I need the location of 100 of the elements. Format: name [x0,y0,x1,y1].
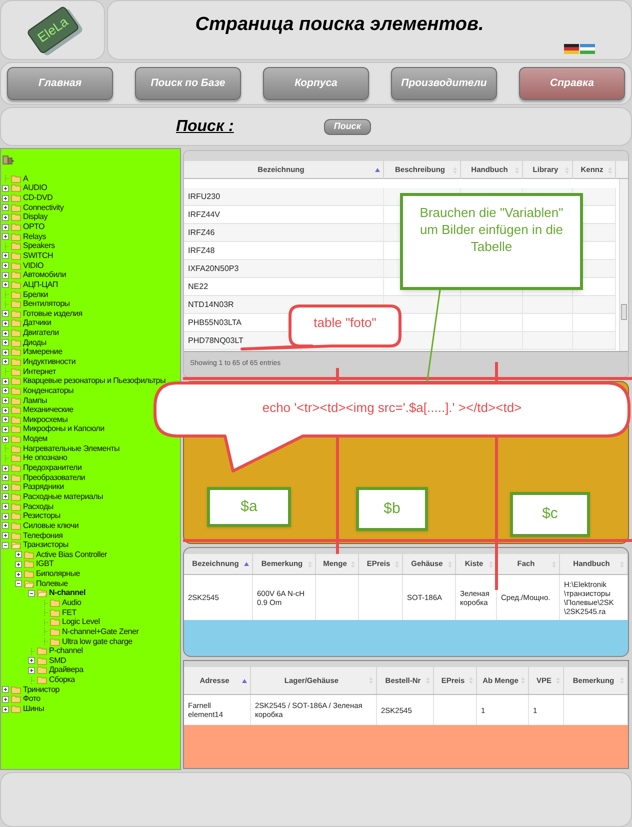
expand-icon[interactable] [2,696,9,703]
tree-item[interactable]: Силовые ключи [23,522,79,530]
tree-item[interactable]: Двигатели [23,329,59,338]
tree-item[interactable]: Биполярные [36,570,80,578]
expand-icon[interactable] [2,320,9,327]
expand-icon[interactable] [2,484,9,491]
expand-icon[interactable] [2,214,9,221]
tree-item[interactable]: N-channel [49,589,86,598]
tree-item[interactable]: Резисторы [23,512,60,520]
tree-item[interactable]: IGBT [36,560,54,568]
expand-icon[interactable] [2,378,9,385]
tree-item[interactable]: АЦП-ЦАП [23,280,58,289]
flag-icon[interactable] [564,44,579,54]
tree-item[interactable]: Индуктивности [23,358,76,366]
expand-icon[interactable] [2,706,9,713]
tree-item[interactable]: Кварцевые резонаторы и Пьезофильтры [23,377,166,386]
tree-item[interactable]: Предохранители [23,464,82,472]
tree-item[interactable]: SWITCH [23,252,54,260]
expand-icon[interactable] [2,233,9,240]
tree-item[interactable]: Фото [23,695,40,704]
collapse-icon[interactable] [2,542,9,549]
tree-item[interactable]: Нагревательные Элементы [23,444,120,453]
tree-item[interactable]: Вентиляторы [23,300,70,308]
tree-item[interactable]: Микросхемы [23,416,68,424]
tree-item[interactable]: Ultra low gate charge [62,638,132,646]
tree-item[interactable]: Logic Level [62,618,100,626]
tree-item[interactable]: CD-DVD [23,194,53,202]
expand-icon[interactable] [28,657,35,664]
tree-item[interactable]: Connectivity [23,204,64,212]
tree-item[interactable]: Автомобили [23,271,66,280]
tree-item[interactable]: Audio [62,599,82,607]
tree-item[interactable]: Relays [23,232,46,241]
tree-item[interactable]: Механические [23,406,74,414]
expand-icon[interactable] [2,416,9,424]
expand-icon[interactable] [2,474,9,482]
tree-item[interactable]: N-channel+Gate Zener [62,628,139,636]
expand-icon[interactable] [2,224,9,231]
tree-item[interactable]: Готовые изделия [23,310,82,318]
tree-item[interactable]: Транзисторы [23,541,68,550]
expand-icon[interactable] [2,436,9,443]
tree-item[interactable]: Измерение [23,348,62,356]
tree-item[interactable]: Микрофоны и Капсюли [23,425,104,434]
expand-icon[interactable] [2,387,9,394]
expand-icon[interactable] [2,184,9,192]
expand-icon[interactable] [15,560,22,568]
tree-item[interactable]: Преобразователи [23,474,86,482]
expand-icon[interactable] [2,194,9,202]
tree-item[interactable]: FET [62,608,76,617]
expand-icon[interactable] [2,503,9,510]
expand-icon[interactable] [2,406,9,414]
tree-item[interactable]: AUDIO [23,184,48,192]
expand-icon[interactable] [2,310,9,318]
tree-item[interactable]: Драйвера [49,666,84,674]
expand-icon[interactable] [2,464,9,472]
tree-item[interactable]: Сборка [49,676,75,684]
expand-icon[interactable] [2,358,9,366]
expand-icon[interactable] [2,532,9,540]
expand-icon[interactable] [2,512,9,520]
expand-icon[interactable] [2,397,9,404]
tree-item[interactable]: Speakers [23,242,55,250]
expand-icon[interactable] [2,493,9,500]
tree-item[interactable]: Брелки [23,290,48,298]
tree-item[interactable]: Active Bias Controller [36,550,107,559]
tree-item[interactable]: Тринистор [23,686,60,694]
tree-item[interactable]: Телефония [23,532,63,540]
expand-icon[interactable] [2,522,9,530]
collapse-icon[interactable] [28,590,35,597]
tree-item[interactable]: Не опознано [23,454,68,462]
expand-icon[interactable] [2,426,9,433]
tree-item[interactable]: Датчики [23,319,52,328]
expand-icon[interactable] [15,551,22,558]
tree-item[interactable]: VIDIO [23,262,44,270]
tree-item[interactable]: Разрядники [23,483,64,492]
tree-item[interactable]: Модем [23,435,48,444]
expand-icon[interactable] [2,272,9,279]
tree-item[interactable]: P-channel [49,647,83,656]
scrollbar[interactable] [619,179,628,351]
expand-icon[interactable] [28,666,35,674]
tree-item[interactable]: Расходные материалы [23,492,104,501]
tree-item[interactable]: Шины [23,705,44,714]
expand-icon[interactable] [2,262,9,270]
collapse-icon[interactable] [15,580,22,588]
expand-icon[interactable] [2,252,9,260]
tree-item[interactable]: SMD [49,656,66,665]
expand-icon[interactable] [2,281,9,288]
tree-item[interactable]: Расходы [23,502,54,511]
tree-item[interactable]: Display [23,213,48,222]
tree-item[interactable]: Полевые [36,580,68,588]
tree-item[interactable]: Диоды [23,338,46,347]
expand-icon[interactable] [2,339,9,346]
tree-item[interactable]: Конденсаторы [23,386,74,395]
tree-item[interactable]: Интернет [23,368,56,376]
expand-icon[interactable] [2,204,9,212]
tree-item[interactable]: OPTO [23,223,45,232]
tree-item[interactable]: A [23,174,28,183]
expand-icon[interactable] [2,348,9,356]
expand-icon[interactable] [2,686,9,694]
expand-icon[interactable] [2,330,9,337]
tree-item[interactable]: Лампы [23,396,48,405]
expand-icon[interactable] [15,570,22,578]
